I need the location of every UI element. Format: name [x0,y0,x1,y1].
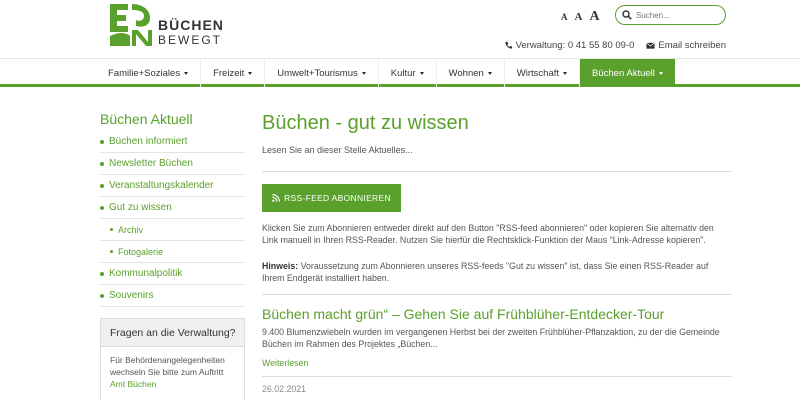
info-box-title: Fragen an die Verwaltung? [101,319,244,347]
font-size-small-button[interactable]: A [561,12,568,22]
site-logo[interactable]: BÜCHEN BEWEGT [108,2,224,48]
logo-title: BÜCHEN [158,17,224,33]
bullet-icon [110,228,113,231]
bullet-icon [110,250,113,253]
bullet-icon [100,161,104,166]
bullet-icon [100,293,104,298]
caret-down-icon [563,71,568,75]
search-input[interactable] [636,10,724,20]
sidebar-item-buechen-informiert[interactable]: Büchen informiert [100,131,245,153]
hint-text: Hinweis: Voraussetzung zum Abonnieren un… [262,261,709,283]
phone-contact[interactable]: Verwaltung: 0 41 55 80 09-0 [504,40,635,51]
sidebar: Büchen Aktuell Büchen informiert Newslet… [100,111,245,307]
font-size-medium-button[interactable]: A [575,11,583,23]
info-box-text: Für Behördenangelegenheiten wechseln Sie… [110,355,225,389]
phone-icon [504,41,512,49]
article-teaser: 9.400 Blumenzwiebeln wurden im vergangen… [262,327,720,349]
envelope-icon [646,42,656,49]
logo-subtitle: BEWEGT [158,33,223,47]
intro-text: Lesen Sie an dieser Stelle Aktuelles... [262,145,413,155]
nav-item-kultur[interactable]: Kultur [379,59,437,87]
logo-leaf-icon [110,4,152,46]
sidebar-item-veranstaltungskalender[interactable]: Veranstaltungskalender [100,175,245,197]
caret-down-icon [658,71,663,75]
hint-label: Hinweis: [262,261,299,271]
divider [262,376,732,377]
rss-subscribe-button[interactable]: RSS-FEED ABONNIEREN [262,184,401,212]
nav-item-wirtschaft[interactable]: Wirtschaft [505,59,581,87]
email-label: Email schreiben [658,40,726,51]
nav-item-buechen-aktuell[interactable]: Büchen Aktuell [580,59,675,87]
search-icon[interactable] [622,10,632,20]
sidebar-item-souvenirs[interactable]: Souvenirs [100,285,245,307]
amt-buechen-link[interactable]: Amt Büchen [110,379,156,389]
bullet-icon [100,271,104,276]
nav-item-freizeit[interactable]: Freizeit [201,59,266,87]
nav-item-wohnen[interactable]: Wohnen [437,59,505,87]
nav-item-umwelt-tourismus[interactable]: Umwelt+Tourismus [265,59,379,87]
bullet-icon [100,139,104,144]
main-content: Büchen - gut zu wissen Lesen Sie an dies… [262,110,732,394]
sidebar-item-newsletter[interactable]: Newsletter Büchen [100,153,245,175]
article-date: 26.02.2021 [262,384,307,394]
phone-number: Verwaltung: 0 41 55 80 09-0 [515,40,635,51]
font-size-large-button[interactable]: A [589,9,599,25]
divider [262,171,732,172]
search-box[interactable] [615,5,726,25]
sidebar-title[interactable]: Büchen Aktuell [100,111,245,127]
caret-down-icon [487,71,492,75]
article-title[interactable]: Büchen macht grün“ – Gehen Sie auf Frühb… [262,306,664,322]
caret-down-icon [419,71,424,75]
caret-down-icon [248,71,253,75]
sidebar-subitem-archiv[interactable]: Archiv [100,219,245,241]
main-navigation: Familie+Soziales Freizeit Umwelt+Tourism… [0,58,800,87]
font-size-switcher: A A A [561,9,600,25]
page-title: Büchen - gut zu wissen [262,112,469,134]
read-more-link[interactable]: Weiterlesen [262,358,308,368]
contact-bar: Verwaltung: 0 41 55 80 09-0 Email schrei… [504,40,726,51]
email-link[interactable]: Email schreiben [646,40,726,51]
divider [262,294,732,295]
caret-down-icon [184,71,189,75]
bullet-icon [100,205,104,210]
bullet-icon [100,183,104,188]
sidebar-item-kommunalpolitik[interactable]: Kommunalpolitik [100,263,245,285]
info-box-verwaltung: Fragen an die Verwaltung? Für Behördenan… [100,318,245,400]
sidebar-item-gut-zu-wissen[interactable]: Gut zu wissen [100,197,245,219]
sidebar-subitem-fotogalerie[interactable]: Fotogalerie [100,241,245,263]
rss-icon [272,194,281,202]
rss-instructions: Klicken Sie zum Abonnieren entweder dire… [262,223,714,245]
caret-down-icon [361,71,366,75]
nav-item-familie-soziales[interactable]: Familie+Soziales [96,59,202,87]
